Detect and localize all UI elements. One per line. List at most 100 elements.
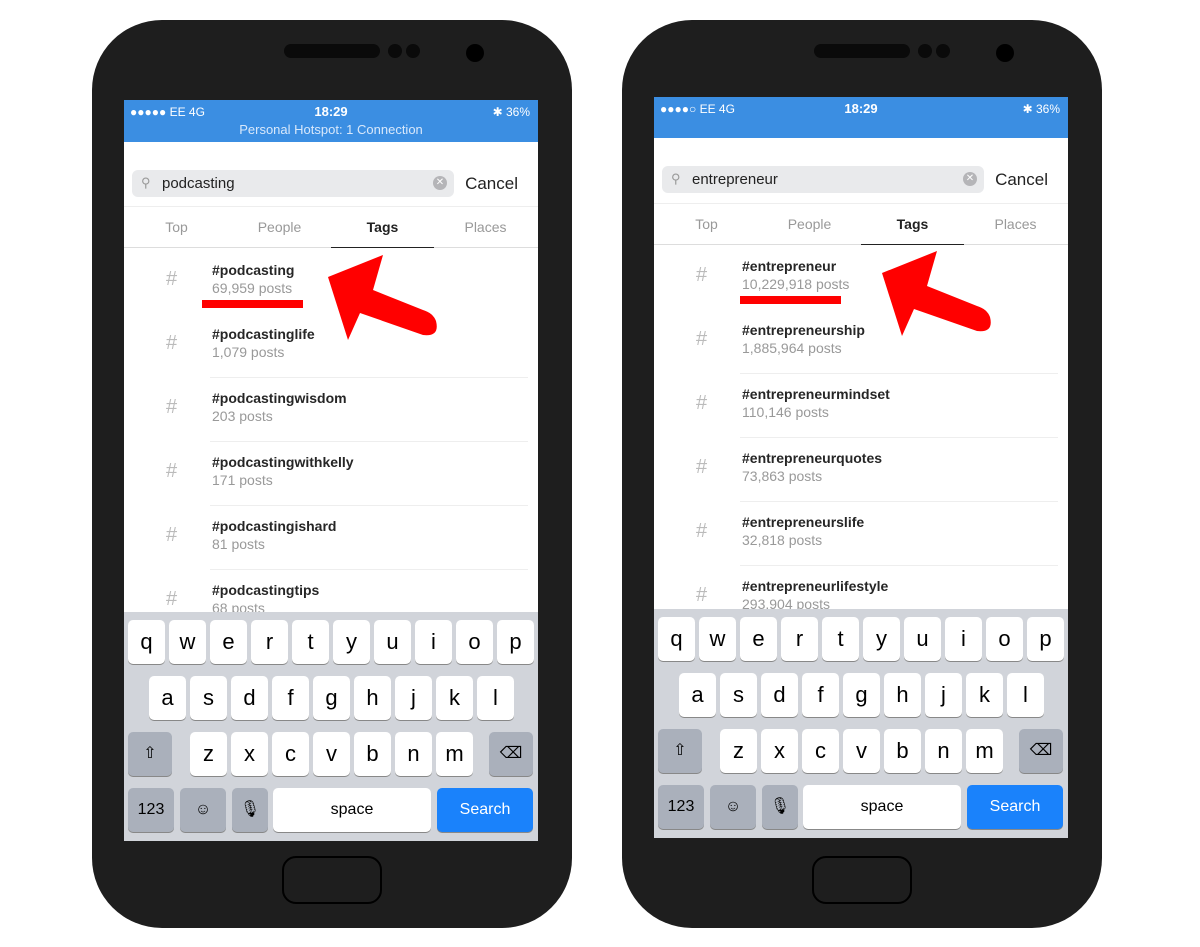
key-n[interactable]: n [395, 732, 432, 776]
key-o[interactable]: o [456, 620, 493, 664]
key-j[interactable]: j [395, 676, 432, 720]
home-button[interactable] [812, 856, 912, 904]
key-s[interactable]: s [720, 673, 757, 717]
tab-tags[interactable]: Tags [331, 219, 434, 235]
tab-places[interactable]: Places [964, 216, 1067, 232]
key-r[interactable]: r [781, 617, 818, 661]
hashtag-icon: # [696, 520, 708, 542]
key-l[interactable]: l [477, 676, 514, 720]
key-d[interactable]: d [761, 673, 798, 717]
clear-icon[interactable]: ✕ [433, 176, 447, 190]
key-l[interactable]: l [1007, 673, 1044, 717]
key-h[interactable]: h [354, 676, 391, 720]
key-b[interactable]: b [354, 732, 391, 776]
key-g[interactable]: g [313, 676, 350, 720]
search-input[interactable]: ⚲ entrepreneur ✕ [662, 166, 984, 193]
emoji-key[interactable]: ☺ [710, 785, 756, 829]
speaker [284, 44, 380, 58]
key-i[interactable]: i [945, 617, 982, 661]
key-k[interactable]: k [966, 673, 1003, 717]
delete-key[interactable]: ⌫ [1019, 729, 1063, 773]
microphone-icon[interactable]: 🎙 [762, 785, 798, 829]
key-p[interactable]: p [1027, 617, 1064, 661]
tab-bar: Top People Tags Places [654, 203, 1068, 245]
delete-key[interactable]: ⌫ [489, 732, 533, 776]
key-o[interactable]: o [986, 617, 1023, 661]
key-m[interactable]: m [966, 729, 1003, 773]
key-d[interactable]: d [231, 676, 268, 720]
key-c[interactable]: c [802, 729, 839, 773]
shift-key[interactable]: ⇧ [658, 729, 702, 773]
clear-icon[interactable]: ✕ [963, 172, 977, 186]
key-w[interactable]: w [699, 617, 736, 661]
key-q[interactable]: q [128, 620, 165, 664]
key-g[interactable]: g [843, 673, 880, 717]
key-c[interactable]: c [272, 732, 309, 776]
cancel-button[interactable]: Cancel [995, 170, 1048, 190]
cancel-button[interactable]: Cancel [465, 174, 518, 194]
status-bar: ●●●●● EE 4G 18:29 ✱ 36% Personal Hotspot: 1… [124, 100, 538, 142]
key-q[interactable]: q [658, 617, 695, 661]
key-e[interactable]: e [740, 617, 777, 661]
key-b[interactable]: b [884, 729, 921, 773]
space-key[interactable]: space [803, 785, 961, 829]
emoji-key[interactable]: ☺ [180, 788, 226, 832]
key-u[interactable]: u [904, 617, 941, 661]
space-key[interactable]: space [273, 788, 431, 832]
tab-people[interactable]: People [758, 216, 861, 232]
key-u[interactable]: u [374, 620, 411, 664]
key-k[interactable]: k [436, 676, 473, 720]
key-f[interactable]: f [802, 673, 839, 717]
key-t[interactable]: t [292, 620, 329, 664]
key-s[interactable]: s [190, 676, 227, 720]
key-z[interactable]: z [190, 732, 227, 776]
key-h[interactable]: h [884, 673, 921, 717]
numbers-key[interactable]: 123 [128, 788, 174, 832]
tab-top[interactable]: Top [655, 216, 758, 232]
list-item[interactable]: # #podcastingishard 81 posts [124, 506, 538, 570]
tab-places[interactable]: Places [434, 219, 537, 235]
shift-key[interactable]: ⇧ [128, 732, 172, 776]
key-v[interactable]: v [313, 732, 350, 776]
key-a[interactable]: a [149, 676, 186, 720]
key-p[interactable]: p [497, 620, 534, 664]
key-i[interactable]: i [415, 620, 452, 664]
search-key[interactable]: Search [967, 785, 1063, 829]
key-r[interactable]: r [251, 620, 288, 664]
tag-name: #podcastingwisdom [212, 390, 347, 406]
search-input[interactable]: ⚲ podcasting ✕ [132, 170, 454, 197]
key-z[interactable]: z [720, 729, 757, 773]
list-item[interactable]: # #entrepreneurship 1,885,964 posts [654, 310, 1068, 374]
key-f[interactable]: f [272, 676, 309, 720]
post-count: 73,863 posts [742, 468, 823, 484]
key-n[interactable]: n [925, 729, 962, 773]
search-key[interactable]: Search [437, 788, 533, 832]
tag-name: #entrepreneurquotes [742, 450, 883, 466]
key-w[interactable]: w [169, 620, 206, 664]
key-m[interactable]: m [436, 732, 473, 776]
key-a[interactable]: a [679, 673, 716, 717]
list-item[interactable]: # #entrepreneurmindset 110,146 posts [654, 374, 1068, 438]
tab-people[interactable]: People [228, 219, 331, 235]
list-item[interactable]: # #podcastingwithkelly 171 posts [124, 442, 538, 506]
key-t[interactable]: t [822, 617, 859, 661]
home-button[interactable] [282, 856, 382, 904]
numbers-key[interactable]: 123 [658, 785, 704, 829]
list-item[interactable]: # #podcastingwisdom 203 posts [124, 378, 538, 442]
list-item[interactable]: # #entrepreneurquotes 73,863 posts [654, 438, 1068, 502]
key-e[interactable]: e [210, 620, 247, 664]
list-item[interactable]: # #entrepreneur 10,229,918 posts [654, 246, 1068, 310]
hotspot-banner[interactable]: Personal Hotspot: 1 Connection [124, 122, 538, 137]
microphone-icon[interactable]: 🎙 [232, 788, 268, 832]
search-value[interactable]: podcasting [162, 175, 235, 192]
key-v[interactable]: v [843, 729, 880, 773]
key-y[interactable]: y [863, 617, 900, 661]
search-value[interactable]: entrepreneur [692, 171, 778, 188]
key-y[interactable]: y [333, 620, 370, 664]
tab-top[interactable]: Top [125, 219, 228, 235]
key-x[interactable]: x [231, 732, 268, 776]
key-j[interactable]: j [925, 673, 962, 717]
list-item[interactable]: # #entrepreneurslife 32,818 posts [654, 502, 1068, 566]
key-x[interactable]: x [761, 729, 798, 773]
tab-tags[interactable]: Tags [861, 216, 964, 232]
